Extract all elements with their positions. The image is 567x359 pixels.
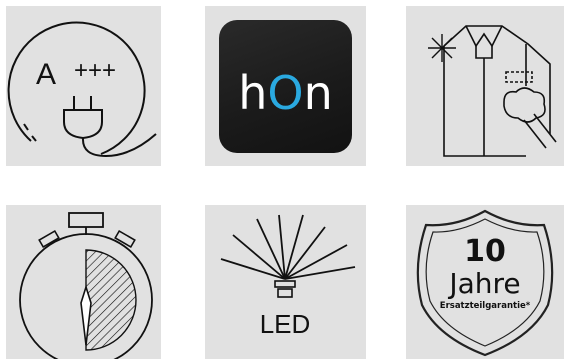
- stopwatch-timer-icon: [19, 212, 153, 359]
- hon-prefix: h: [238, 66, 268, 120]
- energy-efficiency-tile: A +++: [6, 6, 161, 166]
- stopwatch-tile: [6, 205, 161, 359]
- shirt-care-tile: [406, 6, 564, 166]
- led-light-icon: LED: [220, 214, 356, 339]
- shirt-steam-care-icon: [428, 25, 557, 157]
- hon-suffix: n: [303, 66, 333, 120]
- led-label: LED: [260, 309, 311, 339]
- energy-class-letter: A: [36, 58, 56, 91]
- hon-app-tile: hOn: [205, 6, 366, 166]
- warranty-tile: 10 Jahre Ersatzteilgarantie*: [406, 205, 564, 359]
- warranty-number: 10: [464, 234, 506, 269]
- warranty-caption: Ersatzteilgarantie*: [440, 301, 531, 311]
- hon-app-label: hOn: [219, 66, 352, 120]
- hon-app-icon: hOn: [219, 20, 352, 153]
- warranty-shield-icon: 10 Jahre Ersatzteilgarantie*: [416, 209, 554, 357]
- energy-class-plus: +++: [74, 57, 116, 84]
- hon-accent: O: [267, 66, 304, 120]
- warranty-word: Jahre: [447, 267, 520, 300]
- led-light-tile: LED: [205, 205, 366, 359]
- energy-efficiency-plug-icon: A +++: [7, 21, 157, 158]
